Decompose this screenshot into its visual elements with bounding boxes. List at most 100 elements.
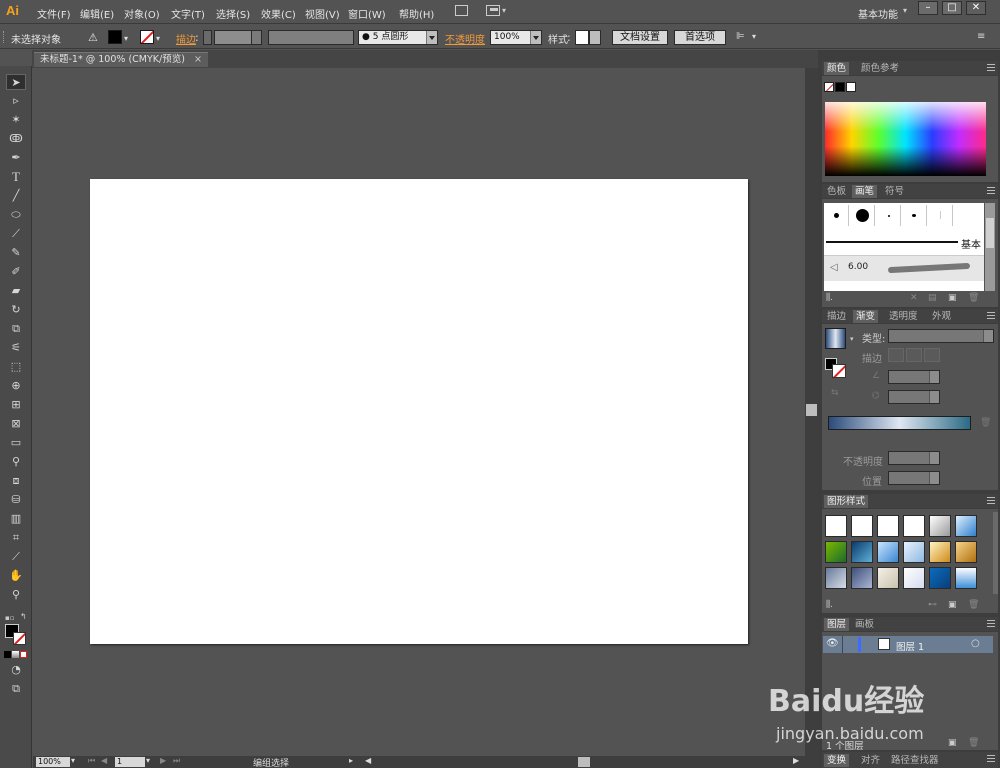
gradient-preview-swatch[interactable] bbox=[825, 328, 846, 349]
mesh-tool-icon[interactable]: ⊠ bbox=[6, 416, 26, 432]
stroke-weight-stepper[interactable] bbox=[203, 30, 212, 45]
chevron-down-icon[interactable]: ▾ bbox=[124, 34, 128, 43]
document-setup-button[interactable]: 文档设置 bbox=[612, 30, 668, 45]
brush-cell[interactable] bbox=[928, 205, 953, 226]
blob-brush-tool-icon[interactable]: ✐ bbox=[6, 264, 26, 280]
color-mode-icon[interactable] bbox=[4, 651, 11, 658]
hand-tool-icon[interactable]: ✋ bbox=[6, 568, 26, 584]
opacity-input[interactable]: 100% bbox=[490, 30, 542, 45]
new-brush-icon[interactable]: ▣ bbox=[948, 293, 957, 303]
line-tool-icon[interactable]: ╱ bbox=[6, 188, 26, 204]
swap-colors-icon[interactable]: ↰ bbox=[20, 612, 27, 621]
tab-appearance[interactable]: 外观 bbox=[929, 310, 954, 323]
shape-builder-tool-icon[interactable]: ⊕ bbox=[6, 378, 26, 394]
stroke-swatch[interactable] bbox=[140, 30, 154, 44]
graphic-style-cell[interactable] bbox=[903, 541, 925, 563]
opacity-label[interactable]: 不透明度 bbox=[445, 31, 485, 46]
slice-tool-icon[interactable]: ⟋ bbox=[6, 549, 26, 565]
graphic-style-cell[interactable] bbox=[929, 567, 951, 589]
symbol-sprayer-tool-icon[interactable]: ⛁ bbox=[6, 492, 26, 508]
draw-mode-icon[interactable]: ◔ bbox=[6, 662, 26, 678]
panel-menu-icon[interactable] bbox=[987, 312, 995, 319]
stop-opacity-input[interactable] bbox=[888, 451, 940, 465]
chevron-down-icon[interactable]: ▾ bbox=[850, 335, 854, 343]
blend-tool-icon[interactable]: ⧈ bbox=[6, 473, 26, 489]
direct-selection-tool-icon[interactable]: ▹ bbox=[6, 93, 26, 109]
stop-position-input[interactable] bbox=[888, 471, 940, 485]
workspace-switcher[interactable]: 基本功能 bbox=[858, 6, 898, 21]
panel-menu-icon[interactable] bbox=[987, 187, 995, 194]
chevron-down-icon[interactable]: ▾ bbox=[752, 32, 756, 41]
delete-stop-icon[interactable]: 🗑 bbox=[980, 418, 991, 428]
maximize-button[interactable]: □ bbox=[942, 1, 962, 15]
stroke-across-icon[interactable] bbox=[924, 348, 940, 362]
eraser-tool-icon[interactable]: ▰ bbox=[6, 283, 26, 299]
zoom-select[interactable]: 100% bbox=[36, 757, 70, 767]
pen-tool-icon[interactable]: ✒ bbox=[6, 150, 26, 166]
perspective-grid-tool-icon[interactable]: ⊞ bbox=[6, 397, 26, 413]
tab-graphic-styles[interactable]: 图形样式 bbox=[824, 495, 869, 508]
gradient-mode-icon[interactable] bbox=[12, 651, 19, 658]
chevron-down-icon[interactable]: ▾ bbox=[156, 34, 160, 43]
scrollbar-thumb[interactable] bbox=[986, 218, 994, 248]
delete-icon[interactable]: 🗑 bbox=[968, 738, 979, 748]
artboard[interactable] bbox=[90, 179, 748, 644]
angle-input[interactable] bbox=[888, 370, 940, 384]
new-layer-icon[interactable]: ▣ bbox=[948, 738, 957, 748]
default-colors-icon[interactable]: ▪▫ bbox=[5, 614, 15, 622]
visibility-eye-icon[interactable]: 👁 bbox=[826, 638, 839, 649]
scale-tool-icon[interactable]: ⧉ bbox=[6, 321, 26, 337]
panel-menu-icon[interactable]: ≡ bbox=[977, 31, 985, 42]
column-graph-tool-icon[interactable]: ▥ bbox=[6, 511, 26, 527]
prev-page-icon[interactable]: ◀ bbox=[101, 756, 107, 765]
gradient-type-select[interactable] bbox=[888, 329, 994, 343]
menu-effect[interactable]: 效果(C) bbox=[261, 6, 296, 21]
screen-mode-icon[interactable]: ⧉ bbox=[6, 681, 26, 697]
scroll-right-icon[interactable]: ▶ bbox=[793, 756, 799, 765]
variable-width-profile[interactable] bbox=[268, 30, 354, 45]
graphic-style-cell[interactable] bbox=[929, 515, 951, 537]
preferences-button[interactable]: 首选项 bbox=[674, 30, 726, 45]
menu-select[interactable]: 选择(S) bbox=[216, 6, 250, 21]
page-number-input[interactable]: 1 bbox=[115, 757, 145, 767]
eyedropper-tool-icon[interactable]: ⚲ bbox=[6, 454, 26, 470]
graphic-style-cell[interactable] bbox=[903, 515, 925, 537]
graphic-style-libraries-icon[interactable]: ⫼. bbox=[826, 600, 833, 610]
close-icon[interactable]: × bbox=[194, 54, 202, 65]
tab-symbols[interactable]: 符号 bbox=[882, 185, 907, 198]
rotate-tool-icon[interactable]: ↻ bbox=[6, 302, 26, 318]
first-page-icon[interactable]: ⏮ bbox=[88, 756, 95, 766]
graphic-style-cell[interactable] bbox=[877, 567, 899, 589]
tab-swatches[interactable]: 色板 bbox=[824, 185, 849, 198]
basic-brush-stroke[interactable] bbox=[826, 241, 958, 243]
fill-swatch[interactable] bbox=[108, 30, 122, 44]
next-page-icon[interactable]: ▶ bbox=[160, 756, 166, 765]
panel-menu-icon[interactable] bbox=[987, 755, 995, 762]
tab-align[interactable]: 对齐 bbox=[858, 754, 883, 767]
document-tab[interactable]: 未标题-1* @ 100% (CMYK/预览) × bbox=[34, 52, 208, 67]
graphic-style-cell[interactable] bbox=[955, 515, 977, 537]
artboard-tool-icon[interactable]: ⌗ bbox=[6, 530, 26, 546]
chevron-down-icon[interactable]: ▾ bbox=[71, 756, 75, 765]
none-swatch[interactable] bbox=[824, 82, 834, 92]
panel-menu-icon[interactable] bbox=[987, 64, 995, 71]
magic-wand-tool-icon[interactable]: ✶ bbox=[6, 112, 26, 128]
brush-definition-select[interactable]: ● 5 点圆形 bbox=[358, 30, 438, 45]
ellipse-tool-icon[interactable]: ⬭ bbox=[6, 207, 26, 223]
chevron-down-icon[interactable] bbox=[251, 30, 262, 45]
minimize-button[interactable]: – bbox=[918, 1, 938, 15]
stroke-within-icon[interactable] bbox=[888, 348, 904, 362]
paintbrush-tool-icon[interactable]: ⟋ bbox=[6, 226, 26, 242]
brush-cell[interactable] bbox=[850, 205, 875, 226]
panel-menu-icon[interactable] bbox=[987, 620, 995, 627]
menu-file[interactable]: 文件(F) bbox=[37, 6, 71, 21]
brush-cell[interactable] bbox=[876, 205, 901, 226]
bridge-icon[interactable] bbox=[455, 5, 468, 16]
lasso-tool-icon[interactable]: ↂ bbox=[6, 131, 26, 147]
zoom-tool-icon[interactable]: ⚲ bbox=[6, 587, 26, 603]
graphic-style-cell[interactable] bbox=[955, 567, 977, 589]
graphic-styles-scrollbar[interactable] bbox=[993, 512, 998, 594]
stroke-label[interactable]: 描边 bbox=[176, 31, 196, 46]
tab-artboards[interactable]: 画板 bbox=[852, 618, 877, 631]
brush-libraries-icon[interactable]: ⫼. bbox=[826, 293, 833, 303]
